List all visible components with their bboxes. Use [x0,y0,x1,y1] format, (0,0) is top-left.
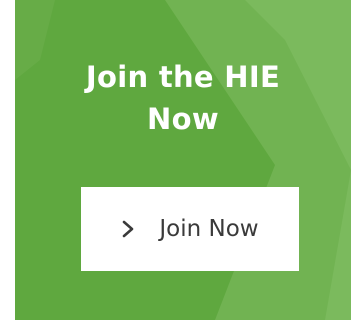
chevron-right-icon [123,220,134,238]
cta-heading-line-2: Now [147,102,219,136]
join-now-label: Join Now [159,215,259,242]
join-now-button[interactable]: Join Now [81,187,299,271]
background-pattern [15,0,351,320]
cta-heading: Join the HIE Now [15,56,351,140]
cta-panel: Join the HIE Now Join Now [15,0,351,320]
cta-widget: Join the HIE Now Join Now [0,0,351,320]
cta-heading-line-1: Join the HIE [85,60,281,94]
